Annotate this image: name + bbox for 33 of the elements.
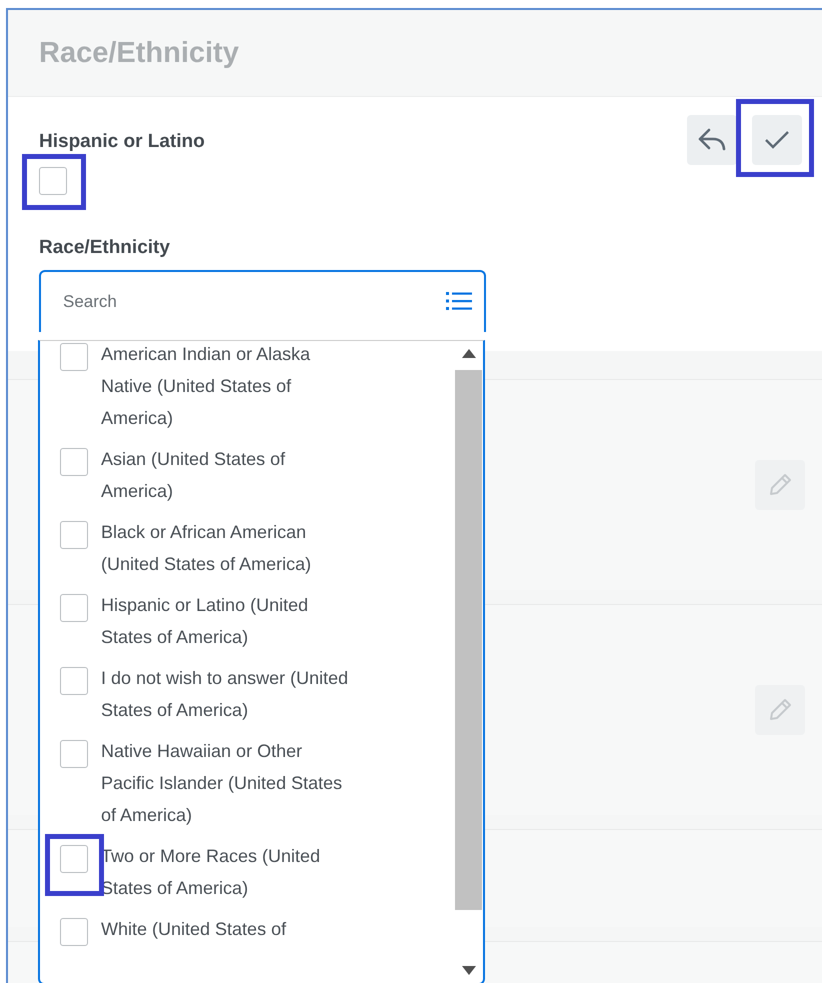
pencil-icon — [767, 697, 793, 723]
confirm-button[interactable] — [752, 115, 802, 165]
edit-button[interactable] — [755, 685, 805, 735]
option-label[interactable]: Two or More Races (United States of America) — [101, 840, 351, 904]
scroll-down-icon[interactable] — [462, 966, 476, 975]
pencil-icon — [767, 472, 793, 498]
checkbox[interactable] — [60, 594, 88, 622]
option-label[interactable]: Asian (United States of America) — [101, 443, 351, 507]
reply-arrow-icon — [697, 127, 727, 153]
checkbox[interactable] — [39, 167, 67, 195]
option-label[interactable]: I do not wish to answer (United States of America) — [101, 662, 351, 726]
undo-button[interactable] — [687, 115, 737, 165]
field-label: Race/Ethnicity — [39, 237, 170, 259]
checkbox[interactable] — [60, 740, 88, 768]
option-label[interactable]: White (United States of — [101, 913, 351, 945]
checkbox[interactable] — [60, 918, 88, 946]
scroll-up-icon[interactable] — [462, 349, 476, 358]
search-field[interactable]: Search — [39, 270, 486, 332]
checkbox[interactable] — [60, 521, 88, 549]
option-label[interactable]: Hispanic or Latino (United States of America) — [101, 589, 351, 653]
page-title: Race/Ethnicity — [39, 36, 239, 70]
scrollbar-thumb[interactable] — [455, 370, 482, 910]
option-label[interactable]: Black or African American (United States of America) — [101, 516, 351, 580]
edit-button[interactable] — [755, 460, 805, 510]
option-label[interactable]: American Indian or Alaska Native (United States of America) — [101, 341, 351, 434]
checkbox[interactable] — [60, 667, 88, 695]
field-label: Hispanic or Latino — [39, 131, 205, 153]
list-icon — [446, 291, 472, 311]
checkbox[interactable] — [60, 343, 88, 371]
checkbox[interactable] — [60, 845, 88, 873]
checkbox[interactable] — [60, 448, 88, 476]
option-label[interactable]: Native Hawaiian or Other Pacific Islander (United States of America) — [101, 735, 351, 831]
checkmark-icon — [764, 130, 790, 150]
